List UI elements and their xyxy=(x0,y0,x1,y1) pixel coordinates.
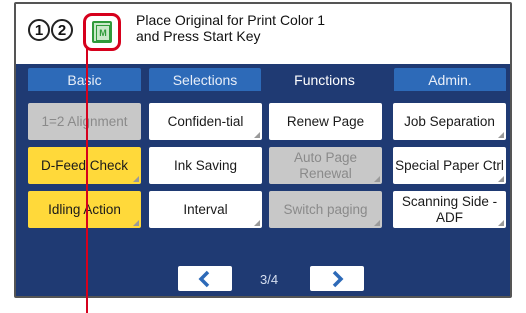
special-paper-ctrl-button-label: Special Paper Ctrl xyxy=(395,157,504,173)
mode-icon-letter: M xyxy=(96,25,110,41)
chevron-left-icon xyxy=(198,270,210,287)
mode-icon-highlight[interactable]: M xyxy=(83,13,121,51)
tab-basic[interactable]: Basic xyxy=(28,68,141,91)
prev-page-button[interactable] xyxy=(178,266,232,291)
d-feed-check-button-label: D-Feed Check xyxy=(40,157,129,173)
ink-saving-button[interactable]: Ink Saving xyxy=(149,147,262,184)
d-feed-check-button[interactable]: D-Feed Check xyxy=(28,147,141,184)
callout-pointer-line xyxy=(86,48,88,313)
special-paper-ctrl-button[interactable]: Special Paper Ctrl xyxy=(393,147,506,184)
corner-marker-icon xyxy=(498,132,504,138)
status-message-line2: and Press Start Key xyxy=(136,28,261,44)
chevron-right-icon xyxy=(332,270,344,287)
circle-number-2: 2 xyxy=(51,19,73,41)
master-mode-icon: M xyxy=(92,21,112,43)
tab-functions[interactable]: Functions xyxy=(267,68,382,91)
alignment-button[interactable]: 1=2 Alignment xyxy=(28,103,141,140)
confidential-button-label: Confiden-tial xyxy=(167,113,244,129)
interval-button[interactable]: Interval xyxy=(149,191,262,228)
corner-marker-icon xyxy=(254,220,260,226)
auto-page-renewal-button-label: Auto Page Renewal xyxy=(293,149,358,181)
functions-panel: 1=2 Alignment Confiden-tial Renew Page J… xyxy=(16,91,510,296)
print-color-indicators: 1 2 xyxy=(28,19,73,41)
corner-marker-icon xyxy=(374,176,380,182)
corner-marker-icon xyxy=(498,220,504,226)
control-panel: 1 2 Place Original for Print Color 1 and… xyxy=(14,2,512,298)
next-page-button[interactable] xyxy=(310,266,364,291)
job-separation-button[interactable]: Job Separation xyxy=(393,103,506,140)
tab-selections[interactable]: Selections xyxy=(149,68,261,91)
circle-number-1: 1 xyxy=(28,19,50,41)
scanning-side-adf-button[interactable]: Scanning Side -ADF xyxy=(393,191,506,228)
alignment-button-label: 1=2 Alignment xyxy=(41,113,128,129)
message-header: 1 2 Place Original for Print Color 1 and… xyxy=(16,4,510,60)
corner-marker-icon xyxy=(374,220,380,226)
switch-paging-button-label: Switch paging xyxy=(283,201,368,217)
renew-page-button[interactable]: Renew Page xyxy=(269,103,382,140)
idling-action-button[interactable]: Idling Action xyxy=(28,191,141,228)
interval-button-label: Interval xyxy=(183,201,228,217)
tab-bar: Basic Selections Functions Admin. xyxy=(16,64,510,91)
idling-action-button-label: Idling Action xyxy=(48,201,121,217)
auto-page-renewal-button[interactable]: Auto Page Renewal xyxy=(269,147,382,184)
confidential-button[interactable]: Confiden-tial xyxy=(149,103,262,140)
corner-marker-icon xyxy=(254,132,260,138)
corner-marker-icon xyxy=(133,220,139,226)
ink-saving-button-label: Ink Saving xyxy=(173,157,238,173)
status-message: Place Original for Print Color 1 and Pre… xyxy=(136,12,325,44)
tab-admin[interactable]: Admin. xyxy=(394,68,506,91)
status-message-line1: Place Original for Print Color 1 xyxy=(136,12,326,28)
switch-paging-button[interactable]: Switch paging xyxy=(269,191,382,228)
corner-marker-icon xyxy=(498,176,504,182)
corner-marker-icon xyxy=(133,176,139,182)
page-indicator: 3/4 xyxy=(260,272,279,287)
scanning-side-adf-button-label: Scanning Side -ADF xyxy=(401,193,498,225)
job-separation-button-label: Job Separation xyxy=(404,113,495,129)
renew-page-button-label: Renew Page xyxy=(286,113,365,129)
